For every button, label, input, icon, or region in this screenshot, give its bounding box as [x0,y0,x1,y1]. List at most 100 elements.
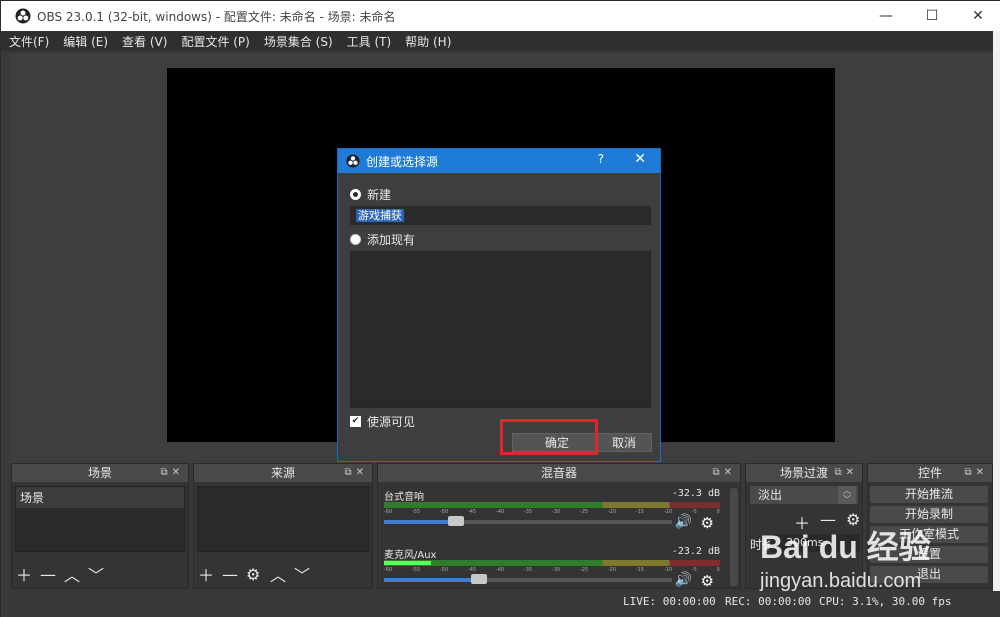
track-name: 麦克风/Aux [384,550,437,561]
mixer-track: 台式音响 -32.3 dB -60 -55 -50 -45 -40 -35 -30 -25 -2… [384,488,720,532]
dialog-title-bar: 创建或选择源 ? ✕ [338,149,660,173]
make-visible-label: 使源可见 [367,415,416,429]
spin-arrows-icon[interactable]: ︿ ﹀ [838,486,856,504]
start-streaming-button[interactable]: 开始推流 [870,486,988,503]
tick-label: -60 [384,567,393,573]
tick-label: -25 [579,509,589,515]
tick-label: -30 [551,567,561,573]
dock-float-close-icons[interactable]: ⧉✕ [834,464,858,482]
maximize-button[interactable]: ☐ [909,1,955,31]
add-icon[interactable]: ＋ [198,562,214,586]
mixer-dock-header: 混音器 ⧉✕ [378,464,740,482]
volume-slider[interactable] [384,574,672,584]
create-new-option[interactable]: 新建 [350,186,391,203]
scenes-list[interactable]: 场景 [15,486,185,552]
meter-ticks: -60 -55 -50 -45 -40 -35 -30 -25 -20 -15 -10 -5 0 [384,567,720,575]
tick-label: -15 [635,509,645,515]
watermark: Bai du 经验 jingyan.baidu.com [760,522,931,593]
volume-slider-knob[interactable] [471,574,488,584]
gear-icon[interactable]: ⚙ [701,572,714,590]
cpu-status: CPU: 3.1%, 30.00 fps [819,595,952,608]
tick-label: -40 [495,567,505,573]
remove-icon[interactable]: — [222,565,238,584]
remove-icon[interactable]: — [40,565,56,584]
volume-slider[interactable] [384,516,672,526]
scenes-toolbar: ＋ — ︿ ﹀ [16,562,112,586]
tick-label: -45 [467,509,477,515]
dock-float-close-icons[interactable]: ⧉✕ [344,464,368,482]
list-item[interactable]: 场景 [16,487,184,508]
obs-logo-icon [15,8,31,24]
close-icon[interactable]: ✕ [634,151,646,167]
menu-view[interactable]: 查看 (V) [122,33,167,50]
background-edge [993,31,1000,591]
minimize-button[interactable]: — [863,1,909,31]
controls-dock-header: 控件 ⧉✕ [868,464,992,482]
scenes-dock: 场景 ⧉✕ 场景 ＋ — ︿ ﹀ [11,463,189,589]
menu-bar: 文件(F) 编辑 (E) 查看 (V) 配置文件 (P) 场景集合 (S) 工具… [1,31,1000,51]
dialog-title: 创建或选择源 [366,154,439,169]
menu-file[interactable]: 文件(F) [9,33,49,50]
checkbox-checked[interactable]: ✔ [350,416,361,427]
dock-float-close-icons[interactable]: ⧉✕ [964,464,988,482]
speaker-icon[interactable]: 🔊 [675,572,692,588]
tick-label: -25 [579,567,589,573]
add-existing-label: 添加现有 [367,233,416,247]
source-name-input[interactable]: 游戏捕获 [350,206,651,225]
tick-label: -35 [523,567,533,573]
dock-float-close-icons[interactable]: ⧉✕ [712,464,736,482]
tick-label: -40 [495,509,505,515]
make-visible-option[interactable]: ✔ 使源可见 [350,413,415,430]
chevron-up-icon[interactable]: ︿ [64,562,80,586]
tick-label: -55 [411,567,421,573]
close-button[interactable]: ✕ [955,1,1000,31]
volume-slider-knob[interactable] [448,516,464,526]
cancel-button[interactable]: 取消 [596,433,652,452]
track-db: -23.2 dB [671,546,720,557]
tick-label: -15 [635,567,645,573]
sources-dock-title: 来源 [270,466,295,480]
radio-selected[interactable] [350,189,361,200]
sources-toolbar: ＋ — ⚙ ︿ ﹀ [198,562,318,586]
sources-list[interactable] [197,486,369,552]
existing-sources-list[interactable] [350,251,651,408]
tick-label: -5 [691,567,697,573]
chevron-down-icon[interactable]: ﹀ [88,562,104,586]
gear-icon[interactable]: ⚙ [701,514,714,532]
speaker-icon[interactable]: 🔊 [675,514,692,530]
window-title: OBS 23.0.1 (32-bit, windows) - 配置文件: 未命名… [37,9,396,24]
track-db: -32.3 dB [671,488,720,499]
meter-ticks: -60 -55 -50 -45 -40 -35 -30 -25 -20 -15 -10 -5 0 [384,509,720,517]
start-recording-button[interactable]: 开始录制 [870,506,988,523]
menu-tools[interactable]: 工具 (T) [347,33,392,50]
source-name-value: 游戏捕获 [356,209,404,222]
tick-label: -10 [663,567,673,573]
volume-meter [384,560,720,566]
menu-scene-collection[interactable]: 场景集合 (S) [264,33,333,50]
tick-label: -55 [411,509,421,515]
menu-profile[interactable]: 配置文件 (P) [181,33,249,50]
sources-dock-header: 来源 ⧉✕ [194,464,372,482]
watermark-logo: Bai du 经验 [760,529,931,565]
live-status: LIVE: 00:00:00 [623,595,716,608]
menu-help[interactable]: 帮助 (H) [405,33,451,50]
mixer-dock: 混音器 ⧉✕ 台式音响 -32.3 dB -60 -55 -50 -45 -40 -35-… [377,463,741,590]
add-existing-option[interactable]: 添加现有 [350,231,415,248]
gear-icon[interactable]: ⚙ [246,565,260,584]
radio-unselected[interactable] [350,234,361,245]
obs-logo-icon [346,154,360,168]
chevron-down-icon[interactable]: ﹀ [294,562,310,586]
add-icon[interactable]: ＋ [16,562,32,586]
rec-status: REC: 00:00:00 [725,595,812,608]
dock-float-close-icons[interactable]: ⧉✕ [160,464,184,482]
help-icon[interactable]: ? [598,152,604,166]
volume-meter [384,502,720,508]
annotation-highlight [500,419,598,455]
mixer-scrollbar[interactable] [730,488,738,586]
menu-edit[interactable]: 编辑 (E) [63,33,108,50]
tick-label: -35 [523,509,533,515]
track-name: 台式音响 [384,492,424,503]
chevron-up-icon[interactable]: ︿ [270,562,286,586]
watermark-url: jingyan.baidu.com [760,570,922,592]
tick-label: -20 [607,509,617,515]
